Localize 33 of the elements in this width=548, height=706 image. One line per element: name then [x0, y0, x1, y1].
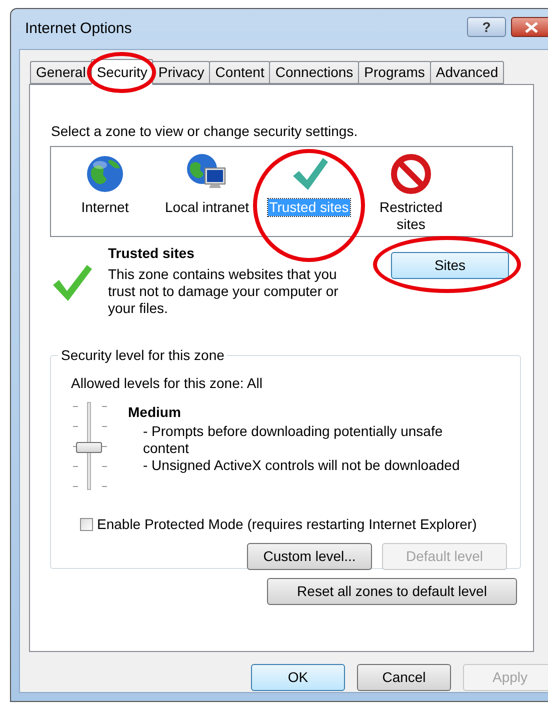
zone-label[interactable]: Internet	[81, 199, 129, 216]
check-icon	[51, 263, 93, 303]
level-description: - Prompts before downloading potentially unsafe content	[143, 423, 444, 457]
level-description: - Unsigned ActiveX controls will not be downloaded	[143, 457, 461, 474]
group-legend: Security level for this zone	[58, 347, 228, 364]
zone-label[interactable]: Restricted sites	[368, 199, 454, 233]
reset-zones-button[interactable]: Reset all zones to default level	[267, 578, 517, 605]
help-button[interactable]: ?	[467, 17, 506, 37]
zone-title: Trusted sites	[108, 244, 196, 263]
window-title: Internet Options	[25, 18, 133, 39]
level-name: Medium	[128, 403, 182, 422]
sites-button[interactable]: Sites	[391, 252, 509, 279]
allowed-levels-text: Allowed levels for this zone: All	[71, 374, 264, 393]
tab[interactable]: General	[30, 61, 92, 84]
tab[interactable]: Content	[209, 61, 270, 84]
checkbox[interactable]	[80, 518, 93, 531]
slider-thumb[interactable]	[76, 442, 102, 453]
prohibited-icon	[390, 153, 432, 195]
zone-label[interactable]: Local intranet	[164, 199, 250, 216]
tab[interactable]: Programs	[358, 61, 431, 84]
globe-icon	[85, 154, 125, 194]
close-button[interactable]	[511, 17, 548, 37]
zone-description: This zone contains websites that you trust not to damage your computer or your files.	[108, 266, 340, 317]
checkbox-label: Enable Protected Mode (requires restarting Internet Explorer)	[97, 515, 477, 534]
cancel-button[interactable]: Cancel	[357, 664, 451, 691]
close-icon	[524, 22, 538, 32]
instruction-text: Select a zone to view or change security settings.	[51, 122, 359, 141]
tab[interactable]: Privacy	[152, 61, 210, 84]
tab[interactable]: Connections	[269, 61, 360, 84]
ok-button[interactable]: OK	[251, 664, 345, 691]
tab[interactable]: Advanced	[430, 61, 504, 84]
custom-level-button[interactable]: Custom level...	[247, 543, 372, 570]
tab[interactable]: Security	[90, 59, 154, 85]
